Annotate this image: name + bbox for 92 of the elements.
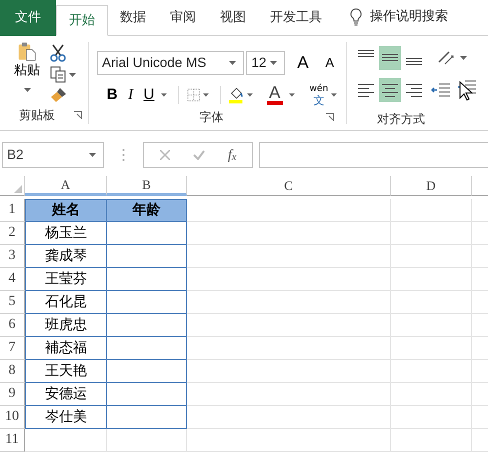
header-cell: 年龄 xyxy=(107,199,187,222)
increase-indent-icon[interactable] xyxy=(457,79,477,95)
caret-icon[interactable] xyxy=(246,93,253,97)
tell-me-search[interactable]: 操作说明搜索 xyxy=(370,7,448,27)
empty-cell[interactable] xyxy=(107,245,187,268)
group-label: 剪贴板 xyxy=(19,107,55,124)
borders-icon[interactable] xyxy=(186,87,200,103)
row-header[interactable]: 8 xyxy=(0,360,25,383)
select-all-icon[interactable] xyxy=(14,185,22,193)
insert-function-button[interactable]: f$_{x}$ xyxy=(228,144,236,166)
ribbon-tab[interactable]: 数据 xyxy=(108,0,158,36)
column-header[interactable]: B xyxy=(107,176,187,196)
align-right-icon xyxy=(406,84,422,96)
font-name-field[interactable]: Arial Unicode MS xyxy=(97,51,244,75)
row-header[interactable]: 11 xyxy=(0,429,25,452)
more-options-icon[interactable] xyxy=(122,148,125,162)
table-cell: 岑仕美 xyxy=(25,406,107,429)
orientation-icon[interactable] xyxy=(437,50,455,66)
cursor-icon xyxy=(459,81,473,101)
row-header[interactable]: 9 xyxy=(0,383,25,406)
table-cell: 石化昆 xyxy=(25,291,107,314)
ribbon-tab[interactable]: 视图 xyxy=(208,0,258,36)
font-size-field[interactable]: 12 xyxy=(246,51,285,75)
table-cell: 王天艳 xyxy=(25,360,107,383)
align-center-button[interactable] xyxy=(379,78,401,102)
caret-icon[interactable] xyxy=(24,88,30,92)
caret-icon[interactable] xyxy=(69,72,76,76)
empty-cell[interactable] xyxy=(107,383,187,406)
underline-button[interactable]: U xyxy=(140,84,158,106)
font-color-button[interactable]: A xyxy=(264,85,286,105)
ribbon-tab[interactable]: 审阅 xyxy=(158,0,208,36)
table-cell: 杨玉兰 xyxy=(25,222,107,245)
caret-icon[interactable] xyxy=(460,56,467,60)
column-header[interactable]: A xyxy=(25,176,107,196)
ribbon-tab[interactable]: 开始 xyxy=(56,5,108,36)
align-middle-button[interactable] xyxy=(379,46,401,70)
align-top-icon xyxy=(358,50,374,58)
copy-icon[interactable] xyxy=(50,66,66,83)
caret-icon[interactable] xyxy=(270,61,277,65)
formula-input[interactable] xyxy=(259,142,488,168)
group-label: 对齐方式 xyxy=(376,111,426,128)
align-left-icon xyxy=(358,84,374,96)
row-header[interactable]: 5 xyxy=(0,291,25,314)
dialog-launcher-icon[interactable] xyxy=(326,113,334,121)
ribbon-tab[interactable]: 开发工具 xyxy=(258,0,334,36)
row-header[interactable]: 10 xyxy=(0,406,25,429)
paintbrush-icon[interactable] xyxy=(50,87,68,103)
align-center-icon xyxy=(382,84,398,96)
align-bottom-icon xyxy=(406,58,422,66)
row-header[interactable]: 3 xyxy=(0,245,25,268)
row-header[interactable]: 2 xyxy=(0,222,25,245)
table-cell: 安德运 xyxy=(25,383,107,406)
caret-icon[interactable] xyxy=(161,93,167,97)
column-header[interactable]: C xyxy=(187,176,391,196)
caret-icon[interactable] xyxy=(203,93,209,97)
shrink-font-button[interactable]: A xyxy=(319,52,340,74)
grow-font-button[interactable]: A xyxy=(292,52,314,74)
table-cell: 王莹芬 xyxy=(25,268,107,291)
empty-cell[interactable] xyxy=(107,314,187,337)
check-icon[interactable] xyxy=(192,150,205,160)
empty-cell[interactable] xyxy=(107,268,187,291)
align-middle-icon xyxy=(382,54,398,62)
caret-icon[interactable] xyxy=(288,93,295,97)
fill-color-icon[interactable] xyxy=(228,85,244,105)
header-cell: 姓名 xyxy=(25,199,107,222)
empty-cell[interactable] xyxy=(107,337,187,360)
name-box[interactable]: B2 xyxy=(2,142,104,168)
decrease-indent-icon[interactable] xyxy=(431,82,451,98)
row-header[interactable]: 6 xyxy=(0,314,25,337)
italic-button[interactable]: I xyxy=(121,84,140,106)
caret-icon[interactable] xyxy=(331,93,337,97)
phonetic-button[interactable]: wén 文 xyxy=(310,82,328,108)
row-header[interactable]: 4 xyxy=(0,268,25,291)
scissors-icon[interactable] xyxy=(50,44,66,62)
lightbulb-icon[interactable] xyxy=(350,8,362,26)
caret-icon[interactable] xyxy=(229,61,236,65)
table-cell: 補态福 xyxy=(25,337,107,360)
dialog-launcher-icon[interactable] xyxy=(74,111,82,119)
column-header[interactable]: D xyxy=(391,176,472,196)
row-header[interactable]: 7 xyxy=(0,337,25,360)
ribbon-tab[interactable]: 文件 xyxy=(0,0,56,36)
paste-button[interactable]: 粘贴 xyxy=(10,42,44,100)
empty-cell[interactable] xyxy=(107,406,187,429)
table-cell: 龚成琴 xyxy=(25,245,107,268)
empty-cell[interactable] xyxy=(107,360,187,383)
cancel-icon[interactable] xyxy=(160,150,170,160)
caret-icon[interactable] xyxy=(89,153,96,157)
bold-button[interactable]: B xyxy=(103,84,122,106)
group-label: 字体 xyxy=(200,109,224,126)
table-cell: 班虎忠 xyxy=(25,314,107,337)
empty-cell[interactable] xyxy=(107,291,187,314)
empty-cell[interactable] xyxy=(107,222,187,245)
